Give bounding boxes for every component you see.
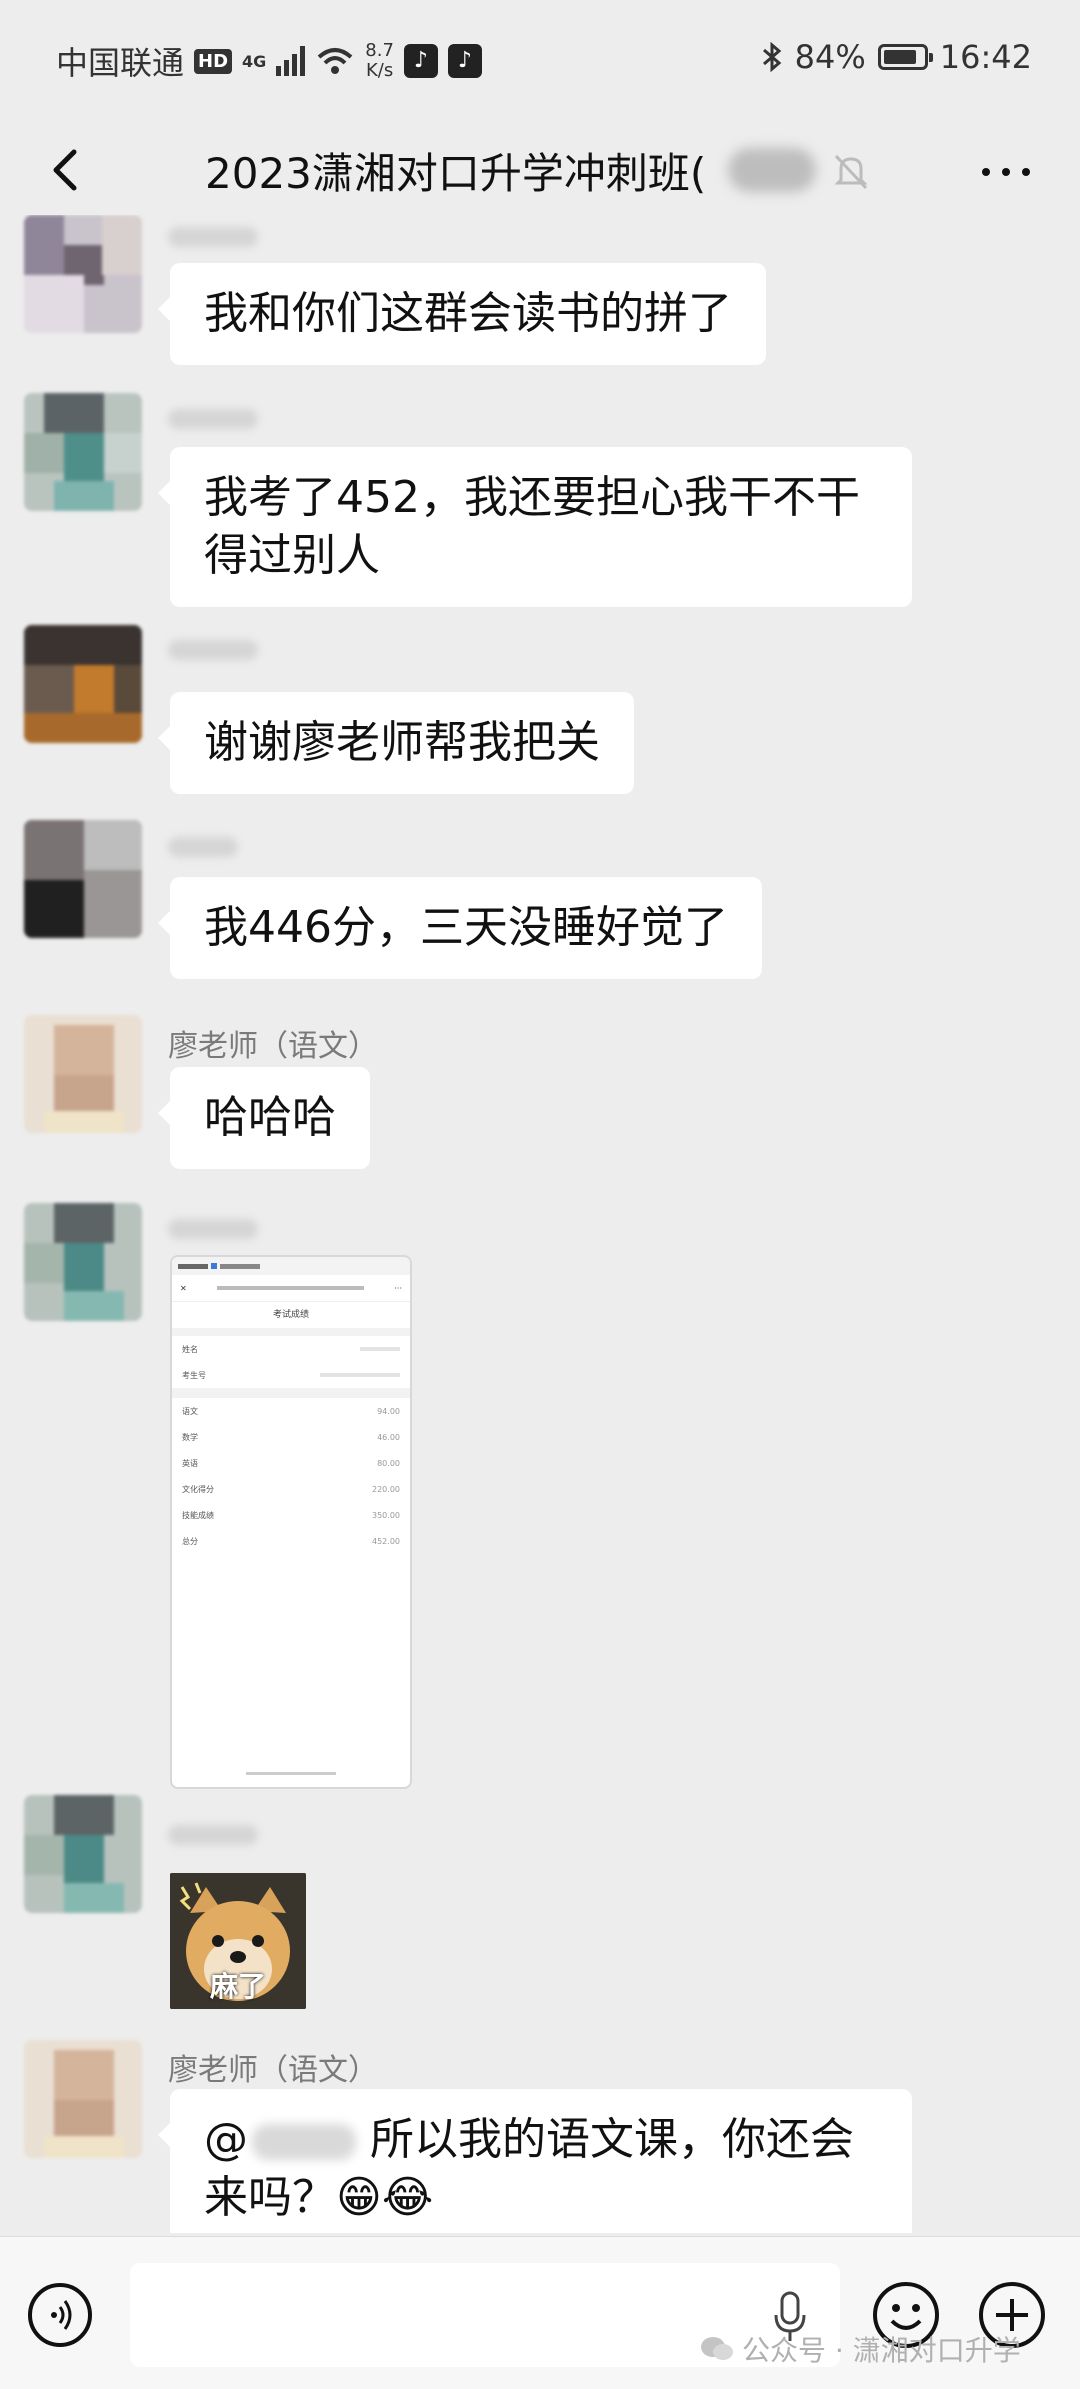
message-text: 谢谢廖老师帮我把关 — [204, 717, 600, 768]
image-divider — [172, 1388, 410, 1398]
mention-at: @ — [204, 2114, 248, 2165]
message-list[interactable]: 我和你们这群会读书的拼了 我考了452，我还要担心我干不干得过别人 谢谢廖老师帮… — [0, 215, 1080, 2233]
row-label: 文化得分 — [182, 1484, 214, 1494]
message-text: 我446分，三天没睡好觉了 — [204, 902, 728, 953]
avatar[interactable] — [24, 625, 142, 743]
avatar[interactable] — [24, 393, 142, 511]
score-row: 技能成绩 350.00 — [172, 1502, 410, 1528]
bell-off-icon — [834, 154, 868, 190]
sender-name-redacted — [168, 227, 258, 247]
row-label: 技能成绩 — [182, 1510, 214, 1520]
speed-unit: K/s — [365, 60, 394, 81]
message-text: 我和你们这群会读书的拼了 — [204, 288, 732, 339]
row-label: 英语 — [182, 1458, 198, 1468]
sender-name-redacted — [168, 1825, 258, 1845]
sender-name: 廖老师（语文） — [168, 1029, 378, 1064]
sender-name-redacted — [168, 409, 258, 429]
avatar[interactable] — [24, 1795, 142, 1913]
row-label: 考生号 — [182, 1370, 206, 1380]
network-type: 4G — [242, 51, 267, 71]
message-bubble[interactable]: @ 所以我的语文课，你还会来吗？😁😂 — [158, 2089, 912, 2233]
message-bubble[interactable]: 我和你们这群会读书的拼了 — [158, 263, 766, 365]
message-bubble[interactable]: 我考了452，我还要担心我干不干得过别人 — [158, 447, 912, 607]
row-value: 80.00 — [377, 1458, 400, 1468]
row-value: 452.00 — [372, 1536, 400, 1546]
voice-icon[interactable] — [28, 2283, 92, 2347]
chat-input-bar: 公众号 · 潇湘对口升学 — [0, 2236, 1080, 2389]
row-label: 总分 — [182, 1536, 198, 1546]
sender-name: 廖老师（语文） — [168, 2053, 378, 2088]
watermark-text: 公众号 · 潇湘对口升学 — [742, 2334, 1021, 2367]
chevron-left-icon[interactable] — [40, 142, 96, 198]
account-watermark: 公众号 · 潇湘对口升学 — [700, 2329, 1021, 2369]
status-left: 中国联通 HD 4G 8.7 K/s ♪ ♪ — [56, 38, 482, 84]
score-screenshot-image[interactable]: ✕ ··· 考试成绩 姓名 考生号 语文 94.00 数学 46.00 英语 80.0… — [170, 1255, 412, 1789]
message-bubble[interactable]: 谢谢廖老师帮我把关 — [158, 692, 634, 794]
message-text: 哈哈哈 — [204, 1092, 336, 1143]
bluetooth-icon — [762, 41, 781, 73]
row-label: 语文 — [182, 1406, 198, 1416]
row-value: 94.00 — [377, 1406, 400, 1416]
avatar[interactable] — [24, 2040, 142, 2158]
image-footer — [172, 1770, 410, 1777]
battery-icon — [877, 44, 933, 70]
tiktok-icon: ♪ — [403, 44, 438, 78]
score-row: 总分 452.00 — [172, 1528, 410, 1554]
battery-level-fill — [883, 50, 916, 64]
message-bubble[interactable]: 我446分，三天没睡好觉了 — [158, 877, 762, 979]
avatar[interactable] — [24, 820, 142, 938]
message-text: 我考了452，我还要担心我干不干得过别人 — [204, 472, 860, 581]
network-speed: 8.7 K/s — [365, 41, 394, 81]
mention-name-redacted — [252, 2124, 356, 2160]
row-value-redacted — [320, 1373, 400, 1377]
score-row: 数学 46.00 — [172, 1424, 410, 1450]
row-label: 姓名 — [182, 1344, 198, 1354]
wifi-icon — [317, 48, 353, 74]
score-row: 文化得分 220.00 — [172, 1476, 410, 1502]
signal-icon — [276, 46, 306, 76]
image-nav: ✕ ··· — [172, 1275, 410, 1302]
score-row: 考生号 — [172, 1362, 410, 1388]
more-dots-icon: ··· — [394, 1283, 402, 1293]
score-row: 英语 80.00 — [172, 1450, 410, 1476]
battery-percent: 84% — [794, 38, 866, 76]
row-value: 46.00 — [377, 1432, 400, 1442]
avatar[interactable] — [24, 1015, 142, 1133]
avatar[interactable] — [24, 1203, 142, 1321]
clock: 16:42 — [939, 38, 1032, 76]
status-right: 84% 16:42 — [761, 38, 1032, 76]
sticker-caption: 麻了 — [209, 1970, 266, 2003]
speed-value: 8.7 — [365, 40, 394, 61]
shiba-sticker[interactable]: 麻了 — [170, 1873, 306, 2009]
hd-badge: HD — [194, 48, 233, 74]
status-bar: 中国联通 HD 4G 8.7 K/s ♪ ♪ 84% 16:42 — [0, 0, 1080, 120]
chat-header: 2023潇湘对口升学冲刺班( — [0, 120, 1080, 220]
image-status-bar — [172, 1257, 410, 1275]
carrier-name: 中国联通 — [56, 44, 185, 82]
close-icon: ✕ — [180, 1283, 187, 1293]
emoji-faces: 😁😂 — [336, 2172, 434, 2223]
row-value: 350.00 — [372, 1510, 400, 1520]
score-row: 语文 94.00 — [172, 1398, 410, 1424]
sender-name-redacted — [168, 640, 258, 660]
score-row: 姓名 — [172, 1336, 410, 1362]
message-bubble[interactable]: 哈哈哈 — [158, 1067, 370, 1169]
tiktok-icon-2: ♪ — [447, 44, 482, 78]
row-value-redacted — [360, 1347, 400, 1351]
row-value: 220.00 — [372, 1484, 400, 1494]
sender-name-redacted — [168, 837, 238, 857]
row-label: 数学 — [182, 1432, 198, 1442]
sender-name-redacted — [168, 1219, 258, 1239]
wechat-icon — [701, 2337, 733, 2360]
title-redaction — [728, 148, 816, 192]
group-title: 2023潇湘对口升学冲刺班( — [205, 149, 707, 198]
image-page-title: 考试成绩 — [172, 1302, 410, 1336]
more-dots-icon[interactable] — [982, 168, 1030, 176]
avatar[interactable] — [24, 215, 142, 333]
